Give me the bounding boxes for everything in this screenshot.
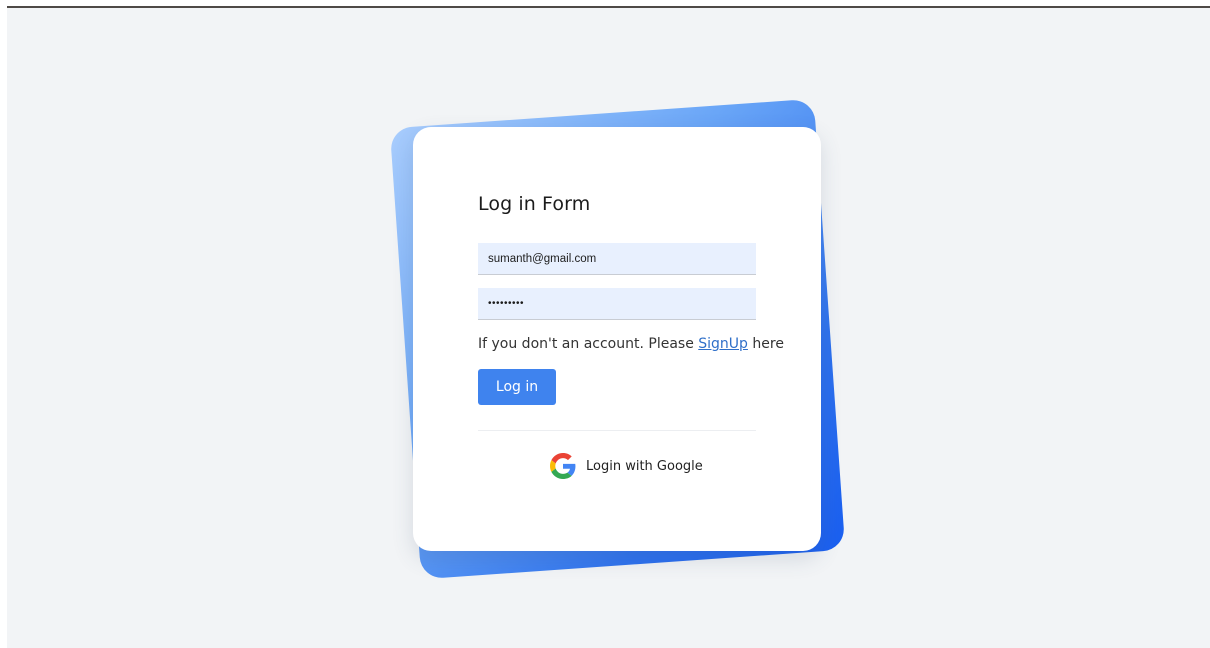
divider <box>478 430 756 431</box>
login-button[interactable]: Log in <box>478 369 556 405</box>
signup-suffix-text: here <box>747 336 784 352</box>
login-card: Log in Form If you don't an account. Ple… <box>413 127 821 551</box>
email-input[interactable] <box>478 243 756 275</box>
password-input[interactable] <box>478 288 756 320</box>
form-title: Log in Form <box>478 193 591 215</box>
google-g-icon <box>550 453 576 479</box>
signup-prompt: If you don't an account. Please SignUp h… <box>478 336 784 352</box>
google-login-label: Login with Google <box>586 458 703 474</box>
signup-prefix-text: If you don't an account. Please <box>478 336 699 352</box>
signup-link[interactable]: SignUp <box>698 336 748 352</box>
page-background: Log in Form If you don't an account. Ple… <box>7 6 1210 648</box>
google-login-button[interactable]: Login with Google <box>550 453 703 479</box>
